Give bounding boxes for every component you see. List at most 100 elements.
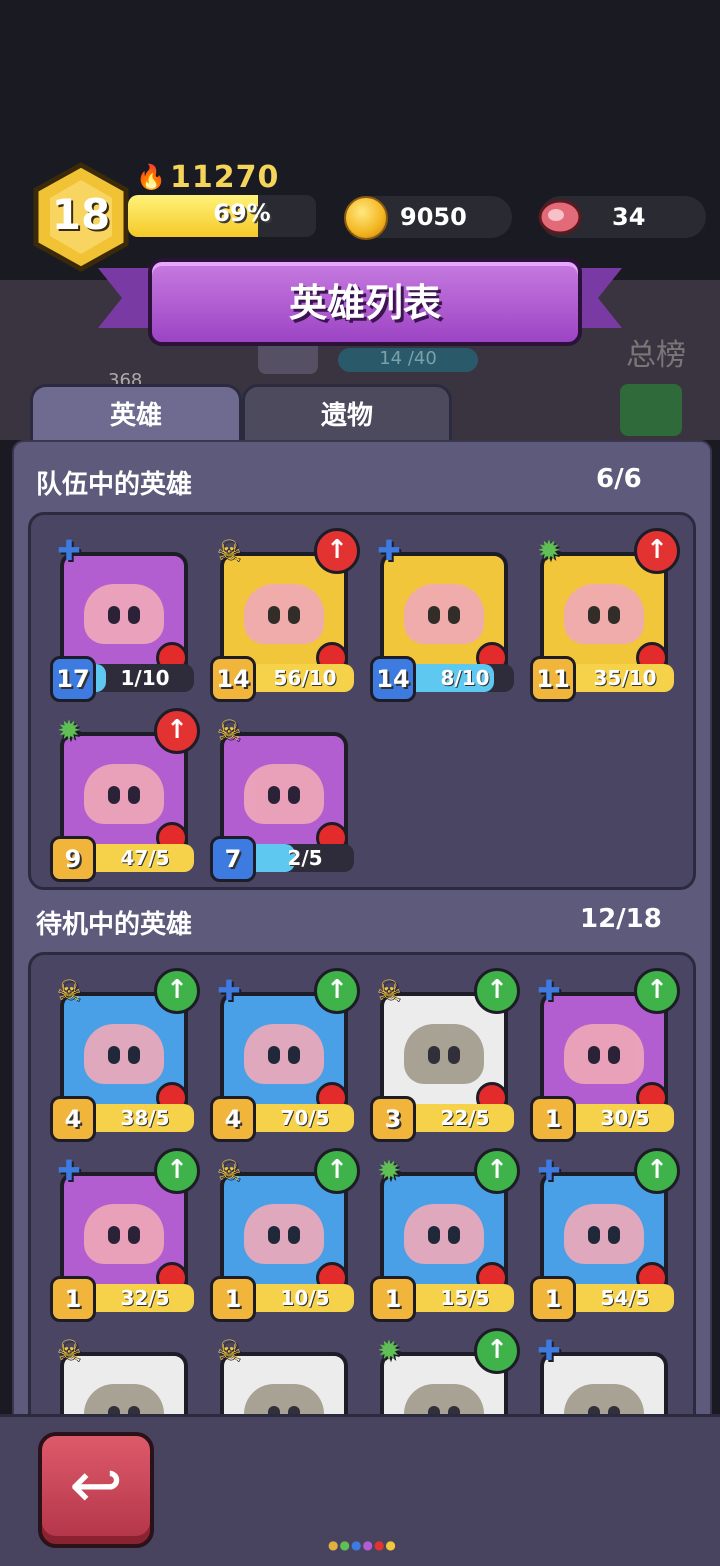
cross-icon: ✚ (57, 1154, 81, 1187)
hero-eye (608, 1046, 620, 1064)
standby-hero-card[interactable]: ✚ ↑ 70/5 4 (210, 968, 360, 1142)
hero-face (84, 764, 164, 824)
hero-face (564, 1024, 644, 1084)
crossbones-icon: ☠ (216, 1154, 242, 1187)
standby-count: 12/18 (580, 904, 662, 934)
shard-progress-bar: 22/5 (416, 1104, 514, 1132)
hero-face (84, 1204, 164, 1264)
shard-count: 32/5 (120, 1286, 170, 1310)
team-hero-card[interactable]: ✹ ↑ 35/10 11 (530, 528, 680, 702)
back-arrow-icon: ↩ (69, 1449, 123, 1523)
power-value: 11270 (170, 160, 280, 195)
crossbones-icon: ☠ (216, 1334, 242, 1367)
standby-hero-card[interactable]: ☠ ↑ 22/5 3 (370, 968, 520, 1142)
crossbones-icon: ☠ (216, 714, 242, 747)
cross-icon: ✚ (57, 534, 81, 567)
meat-icon (538, 199, 582, 235)
hero-eye (588, 1226, 600, 1244)
shard-count: 22/5 (440, 1106, 490, 1130)
standby-hero-card[interactable]: ✚ ↑ 30/5 1 (530, 968, 680, 1142)
hero-face (564, 584, 644, 644)
shard-count: 54/5 (600, 1286, 650, 1310)
upgrade-arrow-icon[interactable]: ↑ (314, 968, 360, 1014)
shard-count: 70/5 (280, 1106, 330, 1130)
standby-hero-card[interactable]: ✚ ↑ 54/5 1 (530, 1148, 680, 1322)
hero-level-badge: 3 (370, 1096, 416, 1142)
crossbones-icon: ☠ (56, 1334, 82, 1367)
hero-level-badge: 1 (50, 1276, 96, 1322)
shard-count: 30/5 (600, 1106, 650, 1130)
hero-eye (288, 606, 300, 624)
ghost-rank: 总榜 (626, 338, 686, 373)
hero-eye (588, 1046, 600, 1064)
upgrade-arrow-icon[interactable]: ↑ (154, 968, 200, 1014)
xp-percent: 69% (213, 199, 271, 227)
upgrade-arrow-icon[interactable]: ↑ (634, 968, 680, 1014)
upgrade-arrow-icon[interactable]: ↑ (474, 1148, 520, 1194)
hero-eye (268, 786, 280, 804)
hero-eye (428, 606, 440, 624)
shard-progress-bar: 38/5 (96, 1104, 194, 1132)
hero-face (404, 1024, 484, 1084)
standby-hero-card[interactable]: ☠ ↑ 38/5 4 (50, 968, 200, 1142)
shard-count: 35/10 (593, 666, 657, 690)
hero-eye (128, 1046, 140, 1064)
page-indicator: ●●●●●● (328, 1538, 397, 1552)
hero-level-badge: 4 (210, 1096, 256, 1142)
back-button[interactable]: ↩ (38, 1432, 154, 1548)
shard-progress-bar: 54/5 (576, 1284, 674, 1312)
flame-icon: 🔥 (136, 163, 166, 191)
tab-relics[interactable]: 遗物 (242, 384, 452, 447)
hero-eye (608, 606, 620, 624)
upgrade-arrow-icon[interactable]: ↑ (154, 708, 200, 754)
hero-face (244, 1024, 324, 1084)
upgrade-arrow-icon[interactable]: ↑ (634, 528, 680, 574)
upgrade-arrow-icon[interactable]: ↑ (314, 1148, 360, 1194)
tab-heroes[interactable]: 英雄 (30, 384, 242, 447)
coin-icon (344, 196, 388, 240)
cross-icon: ✚ (217, 974, 241, 1007)
hero-eye (108, 606, 120, 624)
coin-value: 9050 (400, 203, 467, 231)
gear-skull-icon: ✹ (377, 1154, 401, 1187)
standby-hero-card[interactable]: ✹ ↑ 15/5 1 (370, 1148, 520, 1322)
hero-eye (448, 606, 460, 624)
team-hero-card[interactable]: ☠ ↑ 56/10 14 (210, 528, 360, 702)
shard-count: 1/10 (120, 666, 170, 690)
upgrade-arrow-icon[interactable]: ↑ (314, 528, 360, 574)
hero-eye (108, 1046, 120, 1064)
hero-face (564, 1204, 644, 1264)
shard-progress-bar: 10/5 (256, 1284, 354, 1312)
standby-hero-card[interactable]: ☠ ↑ 10/5 1 (210, 1148, 360, 1322)
upgrade-arrow-icon[interactable]: ↑ (474, 968, 520, 1014)
hero-level-badge: 9 (50, 836, 96, 882)
hero-eye (428, 1046, 440, 1064)
standby-hero-card[interactable]: ✚ ↑ 32/5 1 (50, 1148, 200, 1322)
cross-icon: ✚ (537, 1154, 561, 1187)
team-hero-card[interactable]: ☠ 2/5 7 (210, 708, 360, 882)
team-hero-card[interactable]: ✚ 1/10 17 (50, 528, 200, 702)
cross-icon: ✚ (537, 1334, 561, 1367)
hero-level-badge: 4 (50, 1096, 96, 1142)
upgrade-arrow-icon[interactable]: ↑ (474, 1328, 520, 1374)
team-count: 6/6 (596, 464, 642, 494)
hero-level-badge: 14 (210, 656, 256, 702)
upgrade-arrow-icon[interactable]: ↑ (634, 1148, 680, 1194)
shard-progress-bar: 15/5 (416, 1284, 514, 1312)
hero-eye (588, 606, 600, 624)
hero-face (404, 1204, 484, 1264)
gear-skull-icon: ✹ (377, 1334, 401, 1367)
crossbones-icon: ☠ (216, 534, 242, 567)
player-level: 18 (51, 190, 111, 239)
hero-level-badge: 14 (370, 656, 416, 702)
hero-eye (108, 1226, 120, 1244)
team-hero-card[interactable]: ✚ 8/10 14 (370, 528, 520, 702)
hero-eye (448, 1226, 460, 1244)
hero-level-badge: 1 (530, 1276, 576, 1322)
shard-progress-bar: 8/10 (416, 664, 514, 692)
shard-progress-bar: 47/5 (96, 844, 194, 872)
cross-icon: ✚ (377, 534, 401, 567)
upgrade-arrow-icon[interactable]: ↑ (154, 1148, 200, 1194)
team-hero-card[interactable]: ✹ ↑ 47/5 9 (50, 708, 200, 882)
hero-eye (268, 1226, 280, 1244)
